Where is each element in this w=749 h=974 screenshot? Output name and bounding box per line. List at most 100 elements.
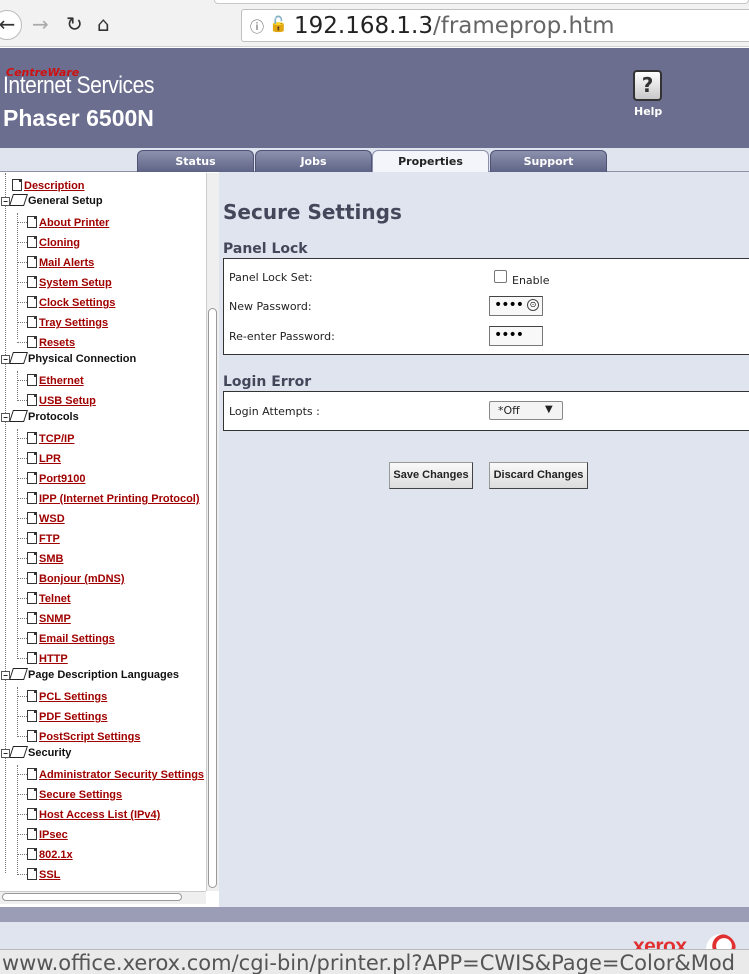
properties-tree: Description − General Setup About Printer… [0,173,206,891]
tree-item-admin-security[interactable]: Administrator Security Settings [17,765,204,785]
document-icon [27,552,37,564]
login-attempts-label: Login Attempts : [229,405,320,418]
tree-horizontal-scroll-thumb[interactable] [2,893,182,901]
tree-item-email-settings[interactable]: Email Settings [17,629,115,649]
tree-item-ipp[interactable]: IPP (Internet Printing Protocol) [17,489,200,509]
tree-item-resets[interactable]: Resets [17,333,75,353]
document-icon [27,432,37,444]
tab-jobs[interactable]: Jobs [255,150,372,172]
tree-item-host-access-list[interactable]: Host Access List (IPv4) [17,805,160,825]
open-folder-icon [9,410,28,422]
status-url: www.office.xerox.com/cgi-bin/printer.pl?… [2,951,736,974]
document-icon [27,336,37,348]
document-icon [27,216,37,228]
tab-status[interactable]: Status [137,150,254,172]
document-icon [27,452,37,464]
tree-item-lpr[interactable]: LPR [17,449,61,469]
document-icon [27,374,37,386]
document-icon [27,710,37,722]
tree-item-tcpip[interactable]: TCP/IP [17,429,74,449]
document-icon [27,808,37,820]
printer-model: Phaser 6500N [3,105,154,131]
tree-folder-pdl[interactable]: − Page Description Languages [1,668,179,688]
tree-item-8021x[interactable]: 802.1x [17,845,73,865]
document-icon [27,256,37,268]
tree-item-smb[interactable]: SMB [17,549,63,569]
enable-label: Enable [512,274,550,287]
document-icon [27,236,37,248]
open-folder-icon [9,746,28,758]
tree-item-mail-alerts[interactable]: Mail Alerts [17,253,94,273]
tree-folder-general-setup[interactable]: − General Setup [1,194,103,214]
document-icon [27,690,37,702]
tree-item-system-setup[interactable]: System Setup [17,273,112,293]
panel-lock-heading: Panel Lock [223,241,308,257]
tree-item-http[interactable]: HTTP [17,649,68,669]
reenter-password-label: Re-enter Password: [229,330,335,343]
document-icon [27,592,37,604]
new-password-label: New Password: [229,300,312,313]
tree-item-pcl-settings[interactable]: PCL Settings [17,687,107,707]
tree-folder-security[interactable]: − Security [1,746,71,766]
help-icon[interactable]: ? [633,70,662,101]
document-icon [27,276,37,288]
document-icon [27,848,37,860]
reenter-password-field[interactable]: •••• [489,326,543,346]
tab-support[interactable]: Support [490,150,607,172]
document-icon [27,394,37,406]
tree-item-bonjour[interactable]: Bonjour (mDNS) [17,569,125,589]
tree-folder-protocols[interactable]: − Protocols [1,410,79,430]
tree-item-snmp[interactable]: SNMP [17,609,71,629]
tree-item-ssl[interactable]: SSL [17,865,60,885]
tree-item-ethernet[interactable]: Ethernet [17,371,84,391]
tree-item-wsd[interactable]: WSD [17,509,65,529]
document-icon [27,828,37,840]
document-icon [27,730,37,742]
tree-item-tray-settings[interactable]: Tray Settings [17,313,108,333]
tab-properties[interactable]: Properties [372,150,489,174]
tree-item-ftp[interactable]: FTP [17,529,60,549]
browser-status-bar: www.office.xerox.com/cgi-bin/printer.pl?… [0,949,749,974]
tree-item-about-printer[interactable]: About Printer [17,213,109,233]
document-icon [27,612,37,624]
document-icon [27,492,37,504]
document-icon [27,768,37,780]
tree-item-clock-settings[interactable]: Clock Settings [17,293,115,313]
document-icon [12,179,22,191]
tree-item-secure-settings[interactable]: Secure Settings [17,785,122,805]
chevron-down-icon[interactable]: ▼ [545,404,553,415]
document-icon [27,316,37,328]
document-icon [27,512,37,524]
tree-item-ipsec[interactable]: IPsec [17,825,68,845]
address-bar[interactable]: ⓘ 🔓 192.168.1.3/frameprop.htm [241,9,749,42]
tree-item-description[interactable]: Description [12,176,85,196]
insecure-lock-icon[interactable]: 🔓 [269,15,288,33]
document-icon [27,532,37,544]
tree-item-pdf-settings[interactable]: PDF Settings [17,707,107,727]
tree-folder-physical-connection[interactable]: − Physical Connection [1,352,136,372]
tree-item-usb-setup[interactable]: USB Setup [17,391,96,411]
tree-vertical-scroll-thumb[interactable] [208,308,217,888]
panel-lock-enable-checkbox[interactable] [494,270,507,283]
tree-item-port9100[interactable]: Port9100 [17,469,85,489]
open-folder-icon [9,668,28,680]
document-icon [27,788,37,800]
password-reveal-icon[interactable]: ⊙ [527,299,539,311]
tree-item-cloning[interactable]: Cloning [17,233,80,253]
discard-changes-button[interactable]: Discard Changes [489,462,588,489]
tree-item-postscript-settings[interactable]: PostScript Settings [17,727,140,747]
url-text: 192.168.1.3/frameprop.htm [294,13,615,39]
brand-title: Internet Services [3,72,155,99]
tree-item-telnet[interactable]: Telnet [17,589,71,609]
save-changes-button[interactable]: Save Changes [389,462,473,489]
home-icon[interactable]: ⌂ [97,12,110,36]
reload-icon[interactable]: ↻ [66,12,83,36]
info-icon[interactable]: ⓘ [250,17,264,37]
help-label[interactable]: Help [634,105,662,118]
footer-band [0,907,749,922]
document-icon [27,572,37,584]
open-folder-icon [9,352,28,364]
forward-arrow-icon[interactable]: → [32,12,49,36]
document-icon [27,652,37,664]
document-icon [27,296,37,308]
